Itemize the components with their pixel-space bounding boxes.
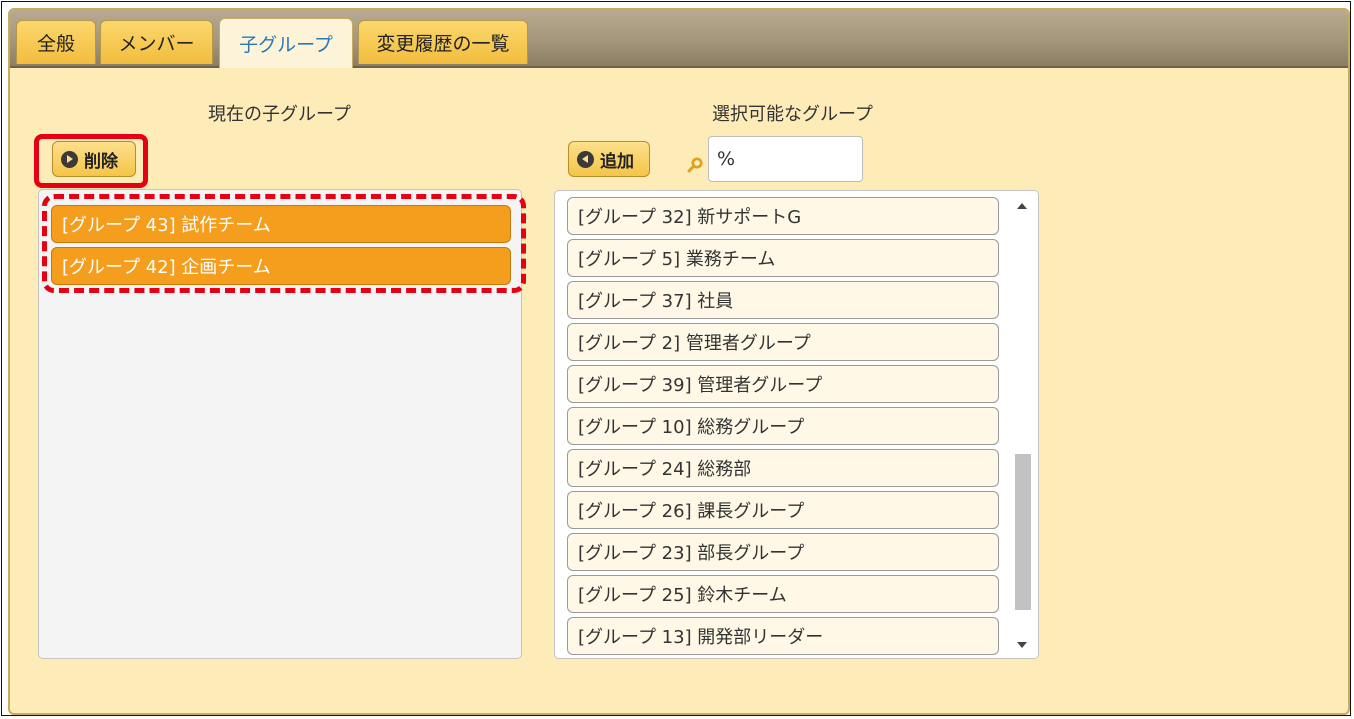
available-group-item[interactable]: [グループ 2] 管理者グループ [567,323,999,361]
group-dialog-panel: 全般 メンバー 子グループ 変更履歴の一覧 現在の子グループ 削除 [グループ … [8,8,1350,715]
available-group-item[interactable]: [グループ 39] 管理者グループ [567,365,999,403]
available-group-item[interactable]: [グループ 13] 開発部リーダー [567,617,999,655]
available-group-item[interactable]: [グループ 5] 業務チーム [567,239,999,277]
available-group-item[interactable]: [グループ 10] 総務グループ [567,407,999,445]
tab-change-history[interactable]: 変更履歴の一覧 [358,20,528,64]
scroll-thumb[interactable] [1015,454,1031,610]
available-group-item[interactable]: [グループ 37] 社員 [567,281,999,319]
scroll-up-arrow-icon[interactable] [1017,203,1027,209]
available-group-item[interactable]: [グループ 25] 鈴木チーム [567,575,999,613]
delete-button-highlight [34,134,148,188]
search-icon [687,157,703,173]
available-group-item[interactable]: [グループ 32] 新サポートG [567,197,999,235]
current-groups-title: 現在の子グループ [208,104,351,125]
search-input[interactable] [708,136,863,182]
vertical-scrollbar[interactable] [1008,191,1038,658]
play-left-icon [577,150,594,168]
tab-members[interactable]: メンバー [100,20,213,64]
tab-general[interactable]: 全般 [16,20,96,64]
available-groups-title: 選択可能なグループ [712,104,873,125]
add-button[interactable]: 追加 [568,141,650,177]
tab-child-groups[interactable]: 子グループ [219,18,353,68]
available-group-item[interactable]: [グループ 26] 課長グループ [567,491,999,529]
available-groups-list[interactable]: [グループ 32] 新サポートG [グループ 5] 業務チーム [グループ 37… [554,190,1039,659]
available-group-item[interactable]: [グループ 23] 部長グループ [567,533,999,571]
available-group-item[interactable]: [グループ 24] 総務部 [567,449,999,487]
screenshot-frame: 全般 メンバー 子グループ 変更履歴の一覧 現在の子グループ 削除 [グループ … [1,1,1351,716]
scroll-down-arrow-icon[interactable] [1017,642,1027,648]
add-button-label: 追加 [600,151,634,172]
tab-bar: 全般 メンバー 子グループ 変更履歴の一覧 [10,10,1348,68]
selected-items-highlight [42,194,526,293]
